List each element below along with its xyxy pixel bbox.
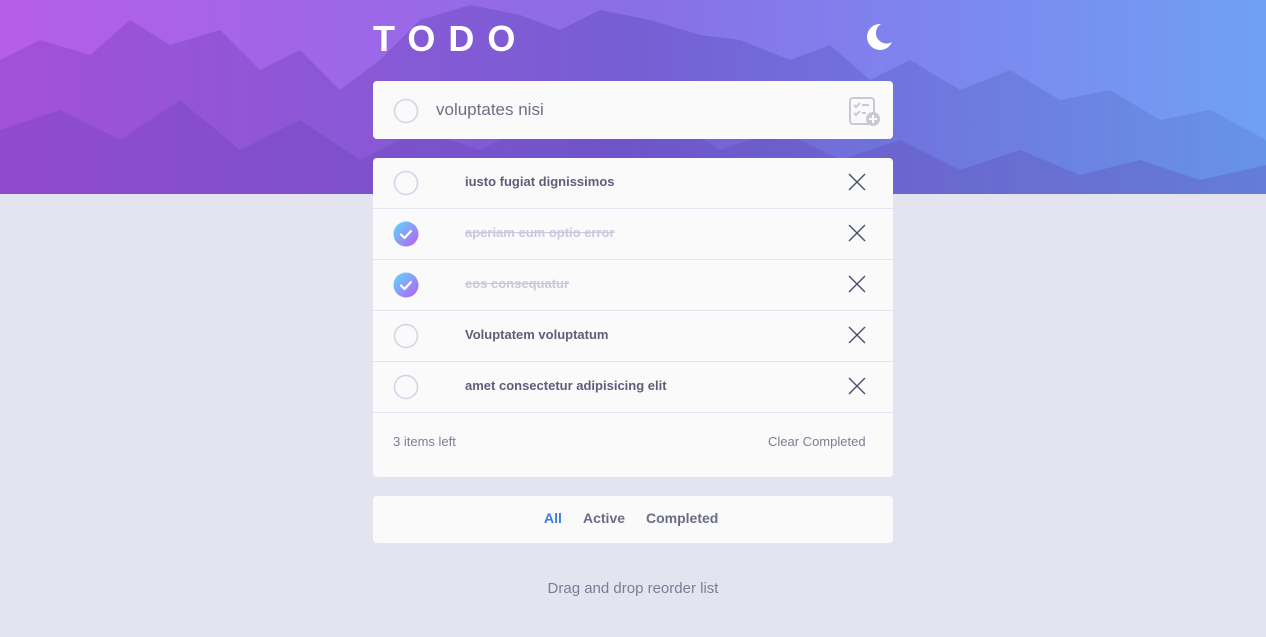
todo-checkbox[interactable] [393, 170, 419, 196]
app-title: TODO [373, 18, 529, 59]
add-todo-button[interactable] [848, 96, 882, 128]
todo-text: aperiam eum optio error [465, 225, 615, 240]
todo-text: amet consectetur adipisicing elit [465, 378, 667, 393]
unchecked-circle-icon [393, 170, 419, 196]
todo-text: iusto fugiat dignissimos [465, 174, 615, 189]
add-task-icon [849, 97, 880, 126]
todo-checkbox[interactable] [393, 272, 419, 298]
todo-checkbox[interactable] [393, 221, 419, 247]
filter-all[interactable]: All [544, 510, 562, 526]
moon-icon [867, 23, 892, 50]
clear-completed-button[interactable]: Clear Completed [768, 434, 866, 449]
check-icon [393, 272, 419, 298]
unchecked-circle-icon [393, 323, 419, 349]
todo-item[interactable]: aperiam eum optio error [373, 209, 893, 260]
todo-checkbox[interactable] [393, 323, 419, 349]
delete-icon[interactable] [847, 223, 867, 243]
new-todo-circle-icon[interactable] [393, 98, 419, 124]
delete-icon[interactable] [847, 274, 867, 294]
filter-active[interactable]: Active [583, 510, 625, 526]
delete-icon[interactable] [847, 376, 867, 396]
todo-item[interactable]: Voluptatem voluptatum [373, 311, 893, 362]
todo-checkbox[interactable] [393, 374, 419, 400]
todo-text: eos consequatur [465, 276, 570, 291]
drag-drop-hint: Drag and drop reorder list [547, 580, 719, 597]
todo-text: Voluptatem voluptatum [465, 327, 609, 342]
items-left-count: 3 items left [393, 434, 456, 449]
new-todo-input[interactable] [436, 95, 836, 125]
check-icon [393, 221, 419, 247]
todo-list: iusto fugiat dignissimos aperiam eum opt… [373, 158, 893, 477]
filter-completed[interactable]: Completed [646, 510, 718, 526]
todo-item[interactable]: iusto fugiat dignissimos [373, 158, 893, 209]
new-todo-box [373, 81, 893, 139]
todo-item[interactable]: eos consequatur [373, 260, 893, 311]
delete-icon[interactable] [847, 325, 867, 345]
todo-item[interactable]: amet consectetur adipisicing elit [373, 362, 893, 413]
theme-toggle-button[interactable] [862, 20, 896, 54]
filter-bar: All Active Completed [373, 496, 893, 543]
delete-icon[interactable] [847, 172, 867, 192]
unchecked-circle-icon [393, 374, 419, 400]
